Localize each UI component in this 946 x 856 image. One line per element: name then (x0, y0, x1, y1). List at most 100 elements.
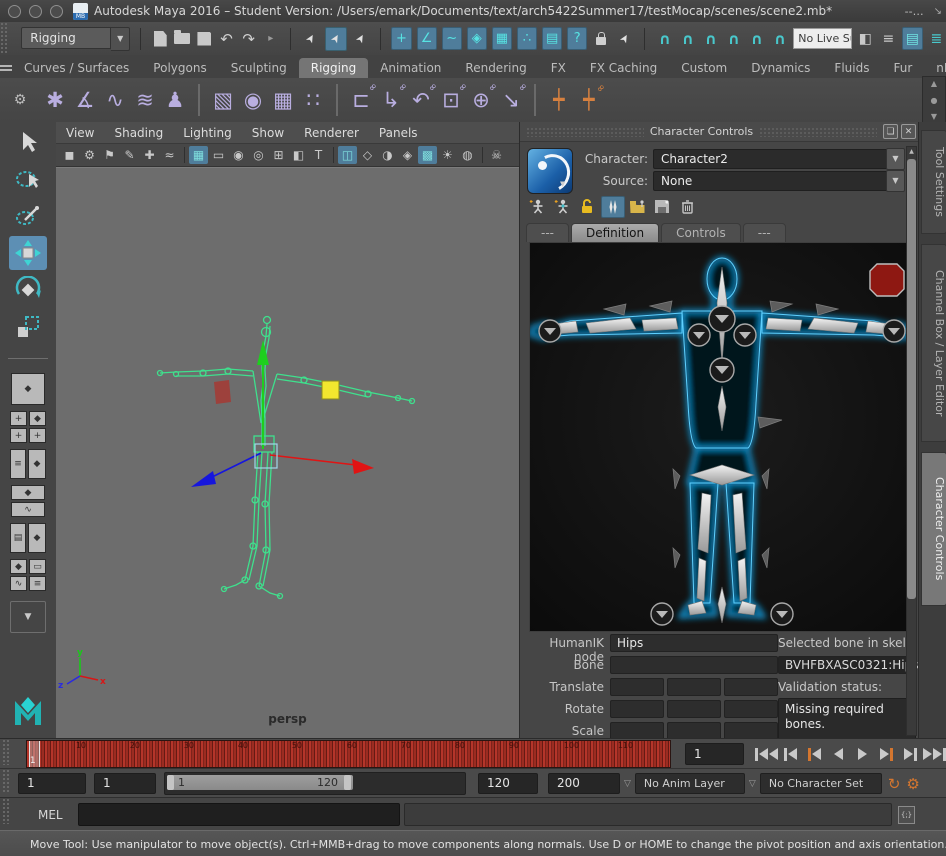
symmetry-button[interactable]: ◈ (467, 27, 487, 50)
tab-controls[interactable]: Controls (661, 223, 741, 242)
shelf-tab-rigging[interactable]: Rigging (299, 58, 368, 78)
translate-z-field[interactable] (724, 678, 778, 696)
make-live-button[interactable]: ∩ (770, 30, 789, 48)
grid-toggle-icon[interactable]: ▦ (189, 146, 208, 164)
current-time-field[interactable]: 1 (685, 743, 744, 765)
ik-handle-button[interactable]: ∡ (70, 88, 100, 112)
menu-set-value[interactable]: Rigging (21, 27, 111, 49)
point-constraint-button[interactable]: ↳∞ (376, 88, 406, 112)
playblast-button[interactable]: ▤ (542, 27, 562, 50)
panel-float-button[interactable]: ❏ (883, 124, 898, 139)
scrollbar-up-icon[interactable]: ▲ (907, 148, 916, 155)
humanik-character-button[interactable]: ♟ (160, 88, 190, 112)
create-joint-button[interactable]: ✱ (40, 88, 70, 112)
undo-button[interactable]: ↶ (217, 29, 235, 49)
menu-set-selector[interactable]: Rigging ▼ (21, 27, 130, 51)
cluster-toggle-button[interactable]: ∴ (517, 27, 537, 50)
layer-editor-toggle[interactable]: ≣ (927, 28, 946, 49)
shelf-scroll-thumb[interactable]: ● (931, 96, 938, 105)
play-forwards-button[interactable] (850, 743, 874, 765)
range-start-handle[interactable] (167, 775, 174, 790)
bounding-box-icon[interactable]: ◈ (398, 146, 417, 164)
rotate-z-field[interactable] (724, 700, 778, 718)
shelf-gear-icon[interactable]: ⚙ (0, 92, 40, 108)
wireframe-on-shaded-icon[interactable]: ◫ (338, 146, 357, 164)
construction-history-toggle[interactable]: ◧ (856, 28, 875, 49)
textured-display-icon[interactable]: ▩ (418, 146, 437, 164)
shelf-tab-custom[interactable]: Custom (669, 58, 739, 78)
range-end-handle[interactable] (344, 775, 351, 790)
character-select-field[interactable]: Character2 (653, 149, 893, 169)
status-line-grip[interactable] (0, 22, 7, 55)
snap-angle-button[interactable]: ∠ (417, 27, 437, 50)
animation-end-field[interactable]: 200 (548, 773, 620, 794)
highlight-selection-button[interactable]: + (391, 27, 411, 50)
connect-joint-button[interactable]: ┿∞ (574, 89, 604, 111)
sidebar-panel-toggle[interactable]: ▤ (902, 27, 923, 50)
character-set-selector[interactable]: No Character Set (760, 773, 882, 794)
layout-four-pane-button[interactable]: + (10, 411, 27, 426)
lock-selection-button[interactable] (592, 29, 610, 49)
select-object-button[interactable]: ➤ (325, 27, 347, 51)
shelf-tab-sculpting[interactable]: Sculpting (219, 58, 299, 78)
paint-select-tool-button[interactable] (9, 199, 47, 233)
cluster-button[interactable]: ∷ (298, 88, 328, 112)
close-window-button[interactable] (8, 5, 21, 18)
menu-show[interactable]: Show (242, 126, 294, 140)
shelf-tab-fluids[interactable]: Fluids (822, 58, 881, 78)
scale-z-field[interactable] (724, 722, 778, 738)
panel-scrollbar[interactable]: ▲ (906, 146, 917, 736)
smooth-shade-icon[interactable]: ◇ (358, 146, 377, 164)
snap-curve-button[interactable]: ~ (442, 27, 462, 50)
isolate-select-icon[interactable]: ☠ (487, 146, 506, 164)
shelf-scroll-down-icon[interactable]: ▼ (931, 112, 937, 121)
layout-hypergraph-persp-button[interactable]: ▤ (10, 523, 26, 553)
shelf-tab-rendering[interactable]: Rendering (453, 58, 538, 78)
range-bar-grip[interactable] (2, 769, 10, 793)
use-all-lights-icon[interactable]: ☀ (438, 146, 457, 164)
tab-spacer-right[interactable]: --- (743, 223, 786, 242)
dock-tab-character-controls[interactable]: Character Controls (921, 452, 946, 606)
parent-constraint-button[interactable]: ⊏∞ (346, 88, 376, 112)
delete-definition-button[interactable] (676, 196, 698, 216)
anim-end-dropdown-icon[interactable]: ▽ (624, 779, 631, 789)
scale-constraint-button[interactable]: ⊡∞ (436, 88, 466, 112)
menu-panels[interactable]: Panels (369, 126, 428, 140)
grease-pencil-icon[interactable]: ≈ (160, 146, 179, 164)
insert-joint-button[interactable]: ┿ (544, 89, 574, 111)
move-tool-button[interactable] (9, 236, 47, 270)
animation-start-field[interactable]: 1 (18, 773, 86, 794)
select-hierarchy-button[interactable]: ➤ (301, 28, 321, 50)
tab-spacer-left[interactable]: --- (526, 223, 569, 242)
menu-set-dropdown-icon[interactable]: ▼ (111, 27, 130, 51)
panel-drag-texture[interactable] (526, 127, 644, 137)
layout-outliner-persp-button[interactable]: ≡ (10, 449, 26, 479)
bind-skin-button[interactable]: ◉ (238, 88, 268, 112)
snap-to-projected-center-button[interactable]: ∩ (724, 30, 743, 48)
shelf-tab-fx-caching[interactable]: FX Caching (578, 58, 669, 78)
snap-to-points-button[interactable]: ∩ (701, 30, 720, 48)
bookmark-icon[interactable]: ⚑ (100, 146, 119, 164)
aim-constraint-button[interactable]: ⊕∞ (466, 88, 496, 112)
character-definition-diagram[interactable] (529, 242, 912, 632)
camera-attributes-icon[interactable]: ⚙ (80, 146, 99, 164)
time-slider-grip[interactable] (2, 739, 10, 765)
safe-action-icon[interactable]: ◧ (289, 146, 308, 164)
lattice-toggle-button[interactable]: ▦ (492, 27, 512, 50)
command-input-field[interactable] (78, 803, 400, 826)
script-editor-button[interactable]: {;} (898, 806, 915, 824)
anim-layer-dropdown-icon[interactable]: ▽ (749, 779, 756, 789)
playback-end-field[interactable]: 120 (478, 773, 538, 794)
dock-tab-tool-settings[interactable]: Tool Settings (921, 130, 946, 234)
dock-tab-channel-box[interactable]: Channel Box / Layer Editor (921, 244, 946, 442)
new-scene-button[interactable] (151, 29, 169, 49)
playback-start-field[interactable]: 1 (94, 773, 156, 794)
humanik-node-field[interactable]: Hips (610, 634, 778, 652)
panel-drag-texture[interactable] (759, 127, 877, 137)
scale-y-field[interactable] (667, 722, 721, 738)
step-forward-key-button[interactable] (874, 743, 898, 765)
open-scene-button[interactable] (173, 29, 191, 49)
translate-x-field[interactable] (610, 678, 664, 696)
lasso-select-tool-button[interactable] (9, 162, 47, 196)
load-skeleton-definition-button[interactable] (626, 196, 648, 216)
